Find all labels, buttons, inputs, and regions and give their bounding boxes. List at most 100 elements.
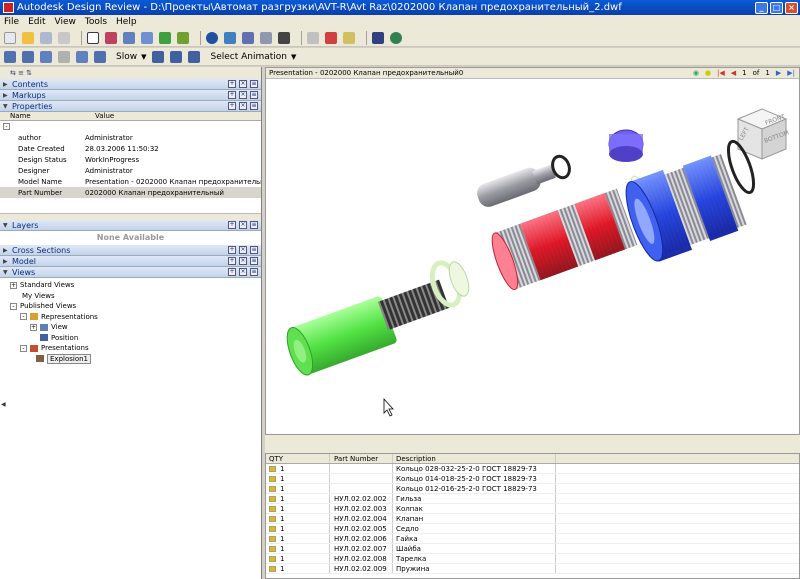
description-column-header[interactable]: Description xyxy=(393,454,556,463)
layers-header[interactable]: ▼ Layers + × ≡ xyxy=(0,220,261,231)
view-options-icon[interactable]: ◉ xyxy=(693,69,699,77)
menu-tools[interactable]: Tools xyxy=(85,17,107,27)
table-row[interactable]: 1 Кольцо 028-032-25-2-0 ГОСТ 18829-73 xyxy=(266,464,799,474)
pan-icon[interactable] xyxy=(105,31,117,44)
light-bulb-icon[interactable]: ● xyxy=(705,69,711,77)
fit-window-icon[interactable] xyxy=(159,31,171,44)
qty-column-header[interactable]: QTY xyxy=(266,454,330,463)
shading-icon[interactable] xyxy=(206,31,218,44)
tree-node-my-views[interactable]: My Views xyxy=(0,291,261,302)
expand-icon[interactable]: + xyxy=(10,281,17,289)
new-icon[interactable] xyxy=(4,31,16,44)
camera-icon[interactable] xyxy=(170,50,183,63)
pause-icon[interactable] xyxy=(58,50,70,63)
last-page-icon[interactable]: ▶| xyxy=(787,69,795,77)
properties-group-toggle[interactable]: - xyxy=(0,121,261,132)
name-column-header[interactable]: Name xyxy=(0,112,85,120)
tree-node-presentations[interactable]: - Presentations xyxy=(0,343,261,354)
close-button[interactable]: × xyxy=(785,1,798,14)
rewind-icon[interactable] xyxy=(4,50,16,63)
step-back-icon[interactable] xyxy=(22,50,34,63)
value-column-header[interactable]: Value xyxy=(85,112,114,120)
explode-icon[interactable] xyxy=(278,31,290,44)
property-row[interactable]: Design Status WorkInProgress xyxy=(0,154,261,165)
tree-node-position[interactable]: Position xyxy=(0,333,261,344)
property-row-selected[interactable]: Part Number 0202000 Клапан предохранитель… xyxy=(0,187,261,198)
open-icon[interactable] xyxy=(22,31,34,44)
table-row[interactable]: 1 Кольцо 014-018-25-2-0 ГОСТ 18829-73 xyxy=(266,474,799,484)
collapse-icon[interactable]: - xyxy=(20,313,27,321)
print-icon[interactable] xyxy=(58,31,70,44)
reset-icon[interactable] xyxy=(152,50,165,63)
steel-valve-part[interactable] xyxy=(474,154,572,210)
panel-controls[interactable]: + × ≡ xyxy=(228,80,258,88)
purple-cap-part[interactable] xyxy=(608,129,644,162)
black-spring-part[interactable] xyxy=(377,279,450,331)
part-number-column-header[interactable]: Part Number xyxy=(330,454,393,463)
property-row[interactable]: author Administrator xyxy=(0,132,261,143)
animation-speed-select[interactable]: Slow xyxy=(116,52,137,62)
collapse-icon[interactable]: - xyxy=(20,344,27,352)
markups-header[interactable]: ▶ Markups + × ≡ xyxy=(0,90,261,101)
section-icon[interactable] xyxy=(260,31,272,44)
contents-header[interactable]: ▶ Contents + × ≡ xyxy=(0,79,261,90)
panel-controls[interactable]: + × ≡ xyxy=(228,91,258,99)
expand-icon[interactable]: ▶ xyxy=(3,92,8,99)
cross-sections-header[interactable]: ▶ Cross Sections + × ≡ xyxy=(0,245,261,256)
tree-node-explosion[interactable]: Explosion1 xyxy=(0,353,261,365)
panel-controls[interactable]: + × ≡ xyxy=(228,102,258,110)
expand-icon[interactable]: ▶ xyxy=(3,258,8,265)
zoom-icon[interactable] xyxy=(141,31,153,44)
menu-edit[interactable]: Edit xyxy=(28,17,45,27)
orbit-icon[interactable] xyxy=(177,31,189,44)
expand-icon[interactable]: ▶ xyxy=(3,247,8,254)
property-row[interactable]: Designer Administrator xyxy=(0,165,261,176)
table-row[interactable]: 1 НУЛ.02.02.007 Шайба xyxy=(266,544,799,554)
properties-header[interactable]: ▼ Properties + × ≡ xyxy=(0,101,261,112)
panel-splitter[interactable] xyxy=(265,435,800,453)
model-canvas[interactable]: FRONT BOTTOM LEFT xyxy=(266,79,799,434)
panel-controls[interactable]: + × ≡ xyxy=(228,246,258,254)
expand-icon[interactable]: + xyxy=(30,323,37,331)
horizontal-scrollbar[interactable] xyxy=(0,213,261,220)
panel-tool-icons[interactable]: ⇆ ≡ ⇅ xyxy=(10,69,32,77)
table-row[interactable]: 1 НУЛ.02.02.003 Колпак xyxy=(266,504,799,514)
menu-view[interactable]: View xyxy=(55,17,76,27)
table-row[interactable]: 1 Кольцо 012-016-25-2-0 ГОСТ 18829-73 xyxy=(266,484,799,494)
view-cube[interactable]: FRONT BOTTOM LEFT xyxy=(736,108,790,160)
table-row[interactable]: 1 НУЛ.02.02.004 Клапан xyxy=(266,514,799,524)
model-header[interactable]: ▶ Model + × ≡ xyxy=(0,256,261,267)
text-icon[interactable] xyxy=(307,31,319,44)
collapse-panel-icon[interactable]: ◀ xyxy=(1,401,6,408)
next-page-icon[interactable]: ▶ xyxy=(776,69,781,77)
property-row[interactable]: Date Created 28.03.2006 11:50:32 xyxy=(0,143,261,154)
step-forward-icon[interactable] xyxy=(94,50,106,63)
first-page-icon[interactable]: |◀ xyxy=(717,69,725,77)
maximize-button[interactable]: □ xyxy=(770,1,783,14)
menu-help[interactable]: Help xyxy=(116,17,137,27)
views-header[interactable]: ▼ Views + × ≡ xyxy=(0,267,261,278)
table-row[interactable]: 1 НУЛ.02.02.009 Пружина xyxy=(266,564,799,574)
table-row[interactable]: 1 НУЛ.02.02.006 Гайка xyxy=(266,534,799,544)
save-icon[interactable] xyxy=(40,31,52,44)
markup-icon[interactable] xyxy=(242,31,254,44)
collapse-icon[interactable]: - xyxy=(10,302,17,310)
tree-node-standard-views[interactable]: + Standard Views xyxy=(0,280,261,291)
chevron-down-icon[interactable]: ▼ xyxy=(291,53,296,61)
play-reverse-icon[interactable] xyxy=(40,50,52,63)
tree-node-view[interactable]: + View xyxy=(0,322,261,333)
prev-page-icon[interactable]: ◀ xyxy=(731,69,736,77)
property-row[interactable]: Model Name Presentation - 0202000 Клапан … xyxy=(0,176,261,187)
table-row[interactable]: 1 НУЛ.02.02.008 Тарелка xyxy=(266,554,799,564)
collapse-icon[interactable]: ▼ xyxy=(3,103,8,110)
tree-node-representations[interactable]: - Representations xyxy=(0,312,261,323)
play-icon[interactable] xyxy=(76,50,88,63)
panel-controls[interactable]: + × ≡ xyxy=(228,268,258,276)
table-row[interactable]: 1 НУЛ.02.02.005 Седло xyxy=(266,524,799,534)
menu-file[interactable]: File xyxy=(4,17,19,27)
loop-icon[interactable] xyxy=(188,50,201,63)
measure-icon[interactable] xyxy=(224,31,236,44)
expand-icon[interactable]: ▶ xyxy=(3,81,8,88)
tree-node-published-views[interactable]: - Published Views xyxy=(0,301,261,312)
collapse-icon[interactable]: ▼ xyxy=(3,222,8,229)
